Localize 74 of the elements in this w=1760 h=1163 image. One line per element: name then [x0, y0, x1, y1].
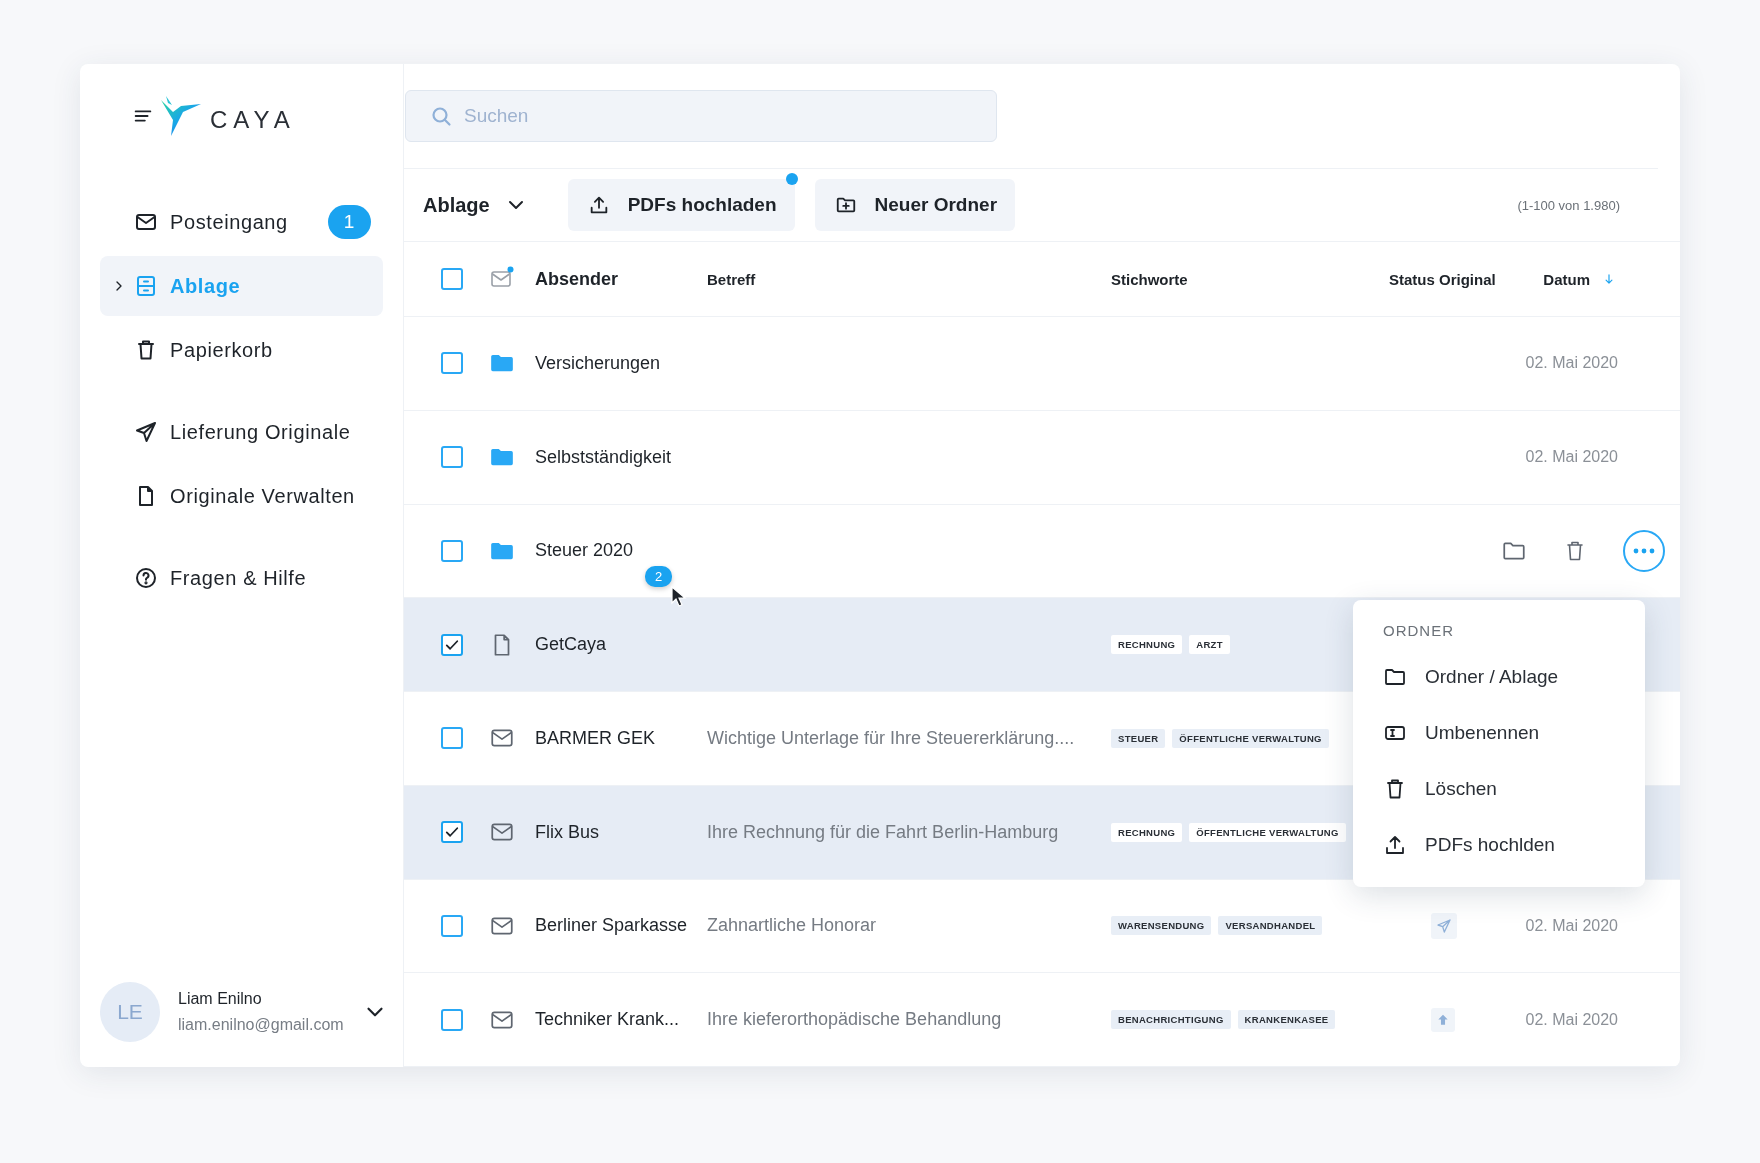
table-row[interactable]: Versicherungen 02. Mai 2020 [404, 317, 1680, 411]
tag: ARZT [1189, 635, 1230, 655]
logo-text: CAYA [210, 106, 296, 134]
column-header[interactable]: Datum [1501, 270, 1618, 288]
sender-text: GetCaya [535, 634, 607, 655]
checkbox[interactable] [441, 633, 463, 656]
date-text: 02. Mai 2020 [1525, 1010, 1618, 1029]
count-badge: 1 [327, 205, 371, 239]
table-row[interactable]: Selbstständigkeit 02. Mai 2020 [404, 410, 1680, 505]
more-icon [1633, 547, 1655, 554]
checkbox[interactable] [441, 821, 463, 844]
user-email: liam.enilno@gmail.com [178, 1016, 344, 1034]
sidebar-item[interactable]: Posteingang 1 [100, 192, 383, 252]
sidebar-item[interactable]: Papierkorb [100, 320, 383, 380]
subject-text: Wichtige Unterlage für Ihre Steuererklärung.... [707, 727, 1075, 748]
subject-text: Ihre Rechnung für die Fahrt Berlin-Hamburg [707, 821, 1059, 842]
sender-text: Techniker Krank... [535, 1009, 680, 1030]
user-account[interactable]: LE Liam Enilno liam.enilno@gmail.com [100, 963, 383, 1061]
sender-text: BARMER GEK [535, 727, 656, 748]
checkbox[interactable] [441, 727, 463, 750]
subject-text: Zahnartliche Honorar [707, 915, 877, 936]
drawer-icon [134, 274, 158, 298]
tag: STEUER [1111, 728, 1166, 748]
sender-text: Berliner Sparkasse [535, 915, 688, 936]
checkbox[interactable] [441, 1008, 463, 1031]
folder-dropdown[interactable]: Ablage [423, 193, 528, 217]
tag: RECHNUNG [1111, 822, 1183, 842]
sender-text: Selbstständigkeit [535, 446, 672, 467]
sidebar-item[interactable]: Lieferung Originale [100, 402, 383, 462]
tag: VERSANDHANDEL [1218, 916, 1323, 936]
tag: BENACHRICHTIGUNG [1111, 1010, 1231, 1030]
tag: RECHNUNG [1111, 635, 1183, 655]
date-text: 02. Mai 2020 [1525, 448, 1618, 467]
search-icon [429, 104, 453, 128]
checkbox[interactable] [441, 539, 463, 562]
logo-icon [160, 96, 202, 136]
checkbox[interactable] [441, 914, 463, 937]
column-header[interactable]: Stichworte [1111, 270, 1361, 288]
more-button[interactable] [1623, 529, 1665, 572]
help-icon [134, 566, 158, 590]
subject-text: Ihre kieferorthopädische Behandlung [707, 1009, 1002, 1030]
table-row[interactable]: Techniker Krank... Ihre kieferorthopädische Behandlung BENACHRICHTIGUNG KRANKENKASEE 02. Mai 2020 [404, 973, 1680, 1067]
menu-title: ORDNER [1383, 622, 1455, 639]
tag: KRANKENKASEE [1237, 1010, 1336, 1030]
column-header[interactable]: Betreff [707, 270, 1111, 288]
avatar: LE [100, 982, 160, 1042]
toolbar-button[interactable]: Neuer Ordner [814, 179, 1016, 231]
date-text: 02. Mai 2020 [1525, 916, 1618, 935]
search-field[interactable]: Suchen [405, 90, 997, 142]
sender-text: Steuer 2020 [535, 540, 634, 561]
sidebar-item[interactable]: Originale Verwalten [100, 466, 383, 526]
date-text: 02. Mai 2020 [1525, 354, 1618, 373]
result-count: (1-100 von 1.980) [1517, 197, 1620, 213]
select-all-checkbox[interactable] [441, 268, 463, 290]
tag: WARENSENDUNG [1111, 916, 1212, 936]
upload-icon [1383, 833, 1407, 857]
arrow-up-icon [1436, 1012, 1450, 1027]
checkbox[interactable] [441, 352, 463, 375]
checkbox[interactable] [441, 446, 463, 469]
sender-text: Versicherungen [535, 352, 661, 373]
user-name: Liam Enilno [178, 990, 263, 1008]
menu-item[interactable]: Umbenennen [1383, 705, 1645, 761]
toolbar-button[interactable]: PDFs hochladen [567, 179, 795, 231]
send-icon [1436, 917, 1452, 934]
menu-item[interactable]: PDFs hochlden [1383, 817, 1645, 873]
sender-text: Flix Bus [535, 821, 599, 842]
drag-count-badge: 2 [645, 566, 673, 588]
cursor-icon [671, 586, 687, 609]
sidebar-item[interactable]: Fragen & Hilfe [100, 548, 383, 608]
column-header[interactable]: Status Original [1361, 270, 1501, 288]
column-header[interactable]: Absender [535, 268, 707, 290]
tag: ÖFFENTLICHE VERWALTUNG [1172, 728, 1329, 748]
send-icon [134, 420, 158, 444]
tag: ÖFFENTLICHE VERWALTUNG [1189, 822, 1346, 842]
